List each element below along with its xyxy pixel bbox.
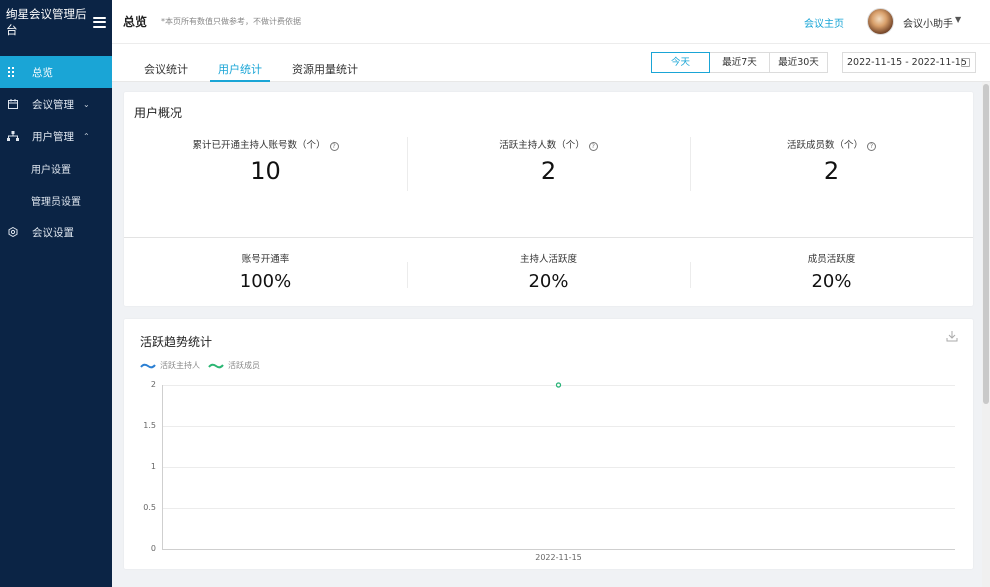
chart-svg	[555, 382, 562, 388]
user-name[interactable]: 会议小助手	[903, 15, 953, 30]
date-range-picker[interactable]: 2022-11-15 - 2022-11-15	[842, 52, 976, 73]
grid-icon	[7, 66, 19, 78]
card-title: 活跃趋势统计	[140, 335, 213, 349]
sidebar-subitem-admin-settings[interactable]: 管理员设置	[0, 184, 112, 216]
tab-resource-stats[interactable]: 资源用量统计	[292, 61, 358, 82]
sidebar-subitem-user-settings[interactable]: 用户设置	[0, 152, 112, 184]
stat-value: 20%	[528, 271, 569, 292]
range-30days-button[interactable]: 最近30天	[769, 52, 828, 73]
stat-label: 活跃成员数（个）	[786, 140, 863, 151]
settings-icon	[7, 226, 19, 238]
date-range-value: 2022-11-15 - 2022-11-15	[847, 57, 967, 68]
stat-label: 累计已开通主持人账号数（个）	[192, 140, 326, 151]
sidebar-menu: 总览 会议管理 ⌄ 用户管理 ⌃ 用户设置 管理员设置 会议设置	[0, 56, 112, 248]
stat-total-host-accounts: 累计已开通主持人账号数（个）? 10	[124, 137, 407, 185]
range-7days-button[interactable]: 最近7天	[709, 52, 770, 73]
chevron-up-icon: ⌃	[83, 131, 90, 141]
help-icon[interactable]: ?	[867, 142, 876, 151]
stat-label: 主持人活跃度	[519, 254, 577, 265]
x-tick-label: 2022-11-15	[535, 553, 582, 562]
y-tick-label: 0.5	[143, 503, 156, 512]
y-tick-label: 0	[150, 544, 156, 553]
sidebar-item-label: 会议设置	[32, 226, 74, 239]
stat-value: 2	[540, 157, 557, 185]
grid-line	[162, 426, 955, 427]
sidebar-item-label: 会议管理	[32, 98, 74, 111]
stat-active-hosts: 活跃主持人数（个）? 2	[407, 137, 690, 185]
calendar-icon	[7, 98, 19, 110]
avatar[interactable]	[867, 8, 894, 35]
top-bar: 总览 *本页所有数值只做参考，不做计费依据 会议主页 会议小助手 ▼	[112, 0, 990, 44]
stat-label: 成员活跃度	[807, 254, 856, 265]
legend-item-members[interactable]: 活跃成员	[208, 360, 260, 371]
user-overview-card: 用户概况 累计已开通主持人账号数（个）? 10 活跃主持人数（个）? 2 活跃成…	[124, 92, 973, 306]
active-trend-card: 活跃趋势统计 活跃主持人 活跃成员 2 1.5 1 0.5 0 2022-11-15	[124, 319, 973, 569]
grid-line	[162, 467, 955, 468]
legend-label: 活跃成员	[228, 361, 260, 370]
calendar-icon	[961, 58, 970, 67]
sidebar-item-overview[interactable]: 总览	[0, 56, 112, 88]
range-today-button[interactable]: 今天	[651, 52, 710, 73]
sidebar-item-user-management[interactable]: 用户管理 ⌃	[0, 120, 112, 152]
sidebar-item-meeting-settings[interactable]: 会议设置	[0, 216, 112, 248]
stat-active-members: 活跃成员数（个）? 2	[690, 137, 973, 185]
tab-user-stats[interactable]: 用户统计	[210, 61, 270, 82]
help-icon[interactable]: ?	[588, 142, 598, 151]
range-selector: 今天 最近7天 最近30天	[651, 52, 828, 73]
sidebar: 绚星会议管理后台 总览 会议管理 ⌄ 用户管理 ⌃ 用户设置 管理员设置 会议设…	[0, 0, 112, 587]
caret-down-icon[interactable]: ▼	[955, 15, 961, 24]
legend-label: 活跃主持人	[160, 361, 200, 370]
stat-value: 100%	[239, 271, 292, 292]
stat-label: 账号开通率	[241, 254, 290, 265]
sidebar-item-label: 用户管理	[32, 130, 74, 143]
page-title: 总览	[123, 15, 148, 29]
card-title: 用户概况	[134, 106, 183, 120]
legend-item-hosts[interactable]: 活跃主持人	[140, 360, 200, 371]
stat-account-activation-rate: 账号开通率 100%	[124, 251, 407, 292]
app-title: 绚星会议管理后台	[6, 7, 87, 37]
stat-host-activity: 主持人活跃度 20%	[407, 251, 690, 292]
grid-line	[162, 549, 955, 550]
sidebar-item-meeting-management[interactable]: 会议管理 ⌄	[0, 88, 112, 120]
stat-value: 10	[250, 157, 281, 185]
grid-line	[162, 385, 955, 386]
divider	[124, 237, 973, 238]
tab-meeting-stats[interactable]: 会议统计	[144, 61, 188, 82]
grid-line	[162, 508, 955, 509]
menu-toggle-icon[interactable]	[92, 16, 106, 28]
stat-value: 2	[823, 157, 840, 185]
page-scrollbar[interactable]	[982, 82, 990, 587]
help-icon[interactable]: ?	[329, 142, 339, 151]
y-tick-label: 1.5	[143, 421, 156, 430]
stat-label: 活跃主持人数（个）	[499, 140, 585, 151]
logo: 绚星会议管理后台	[0, 0, 112, 44]
disclaimer-note: *本页所有数值只做参考，不做计费依据	[161, 17, 302, 26]
chevron-down-icon: ⌄	[83, 99, 90, 109]
sidebar-item-label: 总览	[32, 66, 53, 79]
y-tick-label: 2	[150, 380, 156, 389]
y-tick-label: 1	[150, 462, 156, 471]
meeting-home-link[interactable]: 会议主页	[804, 15, 844, 30]
tab-row: 会议统计 用户统计 资源用量统计 今天 最近7天 最近30天 2022-11-1…	[112, 44, 990, 82]
stat-member-activity: 成员活跃度 20%	[690, 251, 973, 292]
org-chart-icon	[7, 130, 19, 142]
chart-legend: 活跃主持人 活跃成员	[140, 360, 268, 371]
y-axis-line	[162, 385, 163, 549]
stat-value: 20%	[811, 271, 852, 292]
download-icon[interactable]	[946, 330, 958, 345]
